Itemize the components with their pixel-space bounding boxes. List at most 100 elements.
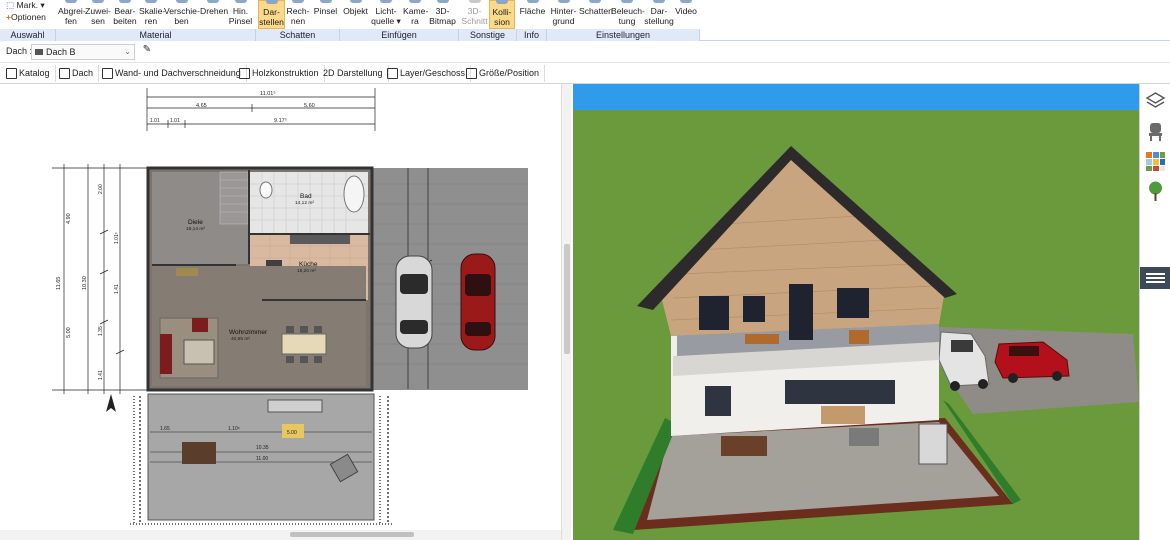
chair-icon[interactable]: [1145, 120, 1166, 142]
verschieben-button[interactable]: Verschie-ben: [164, 0, 200, 29]
darstellung-button[interactable]: Dar-stellung: [644, 0, 674, 29]
armchair: [192, 318, 208, 332]
layers-icon[interactable]: [1145, 90, 1166, 112]
darstellung-icon: [653, 0, 665, 3]
wohnzimmer-area: 40,65 m²: [231, 336, 250, 342]
2d-darstellung-label: 2D Darstellung: [323, 68, 383, 78]
abgreifen-label-line2: fen: [65, 16, 77, 26]
zuweisen-button[interactable]: Zuwei-sen: [85, 0, 111, 29]
drehen-label-line1: Drehen: [200, 6, 229, 16]
hintergrund-label-line1: Hinter-: [550, 6, 577, 16]
dim-width-b: 5.60: [304, 103, 315, 109]
roof-select[interactable]: Dach B ⌄: [31, 44, 135, 60]
mark-label: Mark.: [16, 0, 38, 10]
wand-und-dachverschneidung-icon: [102, 68, 113, 79]
hinpinsel-label-line1: Hin.: [232, 6, 249, 16]
flaeche-label-line1: Fläche: [519, 6, 546, 16]
zuweisen-icon: [92, 0, 104, 3]
flaeche-button[interactable]: Fläche: [519, 0, 546, 29]
ribbon-group-caption: Sonstige: [459, 29, 517, 41]
darstellen-icon: [265, 0, 278, 4]
plan-vertical-scroll-thumb[interactable]: [564, 244, 570, 354]
plan-horizontal-scroll-thumb[interactable]: [290, 532, 414, 537]
hinpinsel-button[interactable]: Hin. Pinsel: [227, 0, 254, 29]
dim-width-e: 9.17⁵: [274, 117, 287, 124]
video-icon: [680, 0, 692, 3]
darstellung-label-line2: stellung: [644, 16, 674, 26]
dim-width-a: 4.65: [196, 103, 207, 109]
dim-width-c: 1.01: [150, 118, 160, 124]
dim-height-a: 10.30: [82, 276, 88, 290]
layer-geschoss-icon: [387, 68, 398, 79]
darstellen-button[interactable]: Dar-stellen: [258, 0, 285, 29]
abgreifen-button[interactable]: Abgrei-fen: [58, 0, 86, 29]
bitmap-button[interactable]: 3D- Bitmap: [428, 0, 457, 29]
kollision-button[interactable]: Kolli-sion: [489, 0, 515, 29]
ribbon-group-caption: Schatten: [256, 29, 340, 41]
katalog-button[interactable]: Katalog: [4, 65, 56, 82]
objekt-button[interactable]: Objekt: [342, 0, 369, 29]
drehen-button[interactable]: Drehen: [200, 0, 229, 29]
größe-position-button[interactable]: Größe/Position: [464, 65, 546, 82]
menu-icon[interactable]: [1140, 267, 1170, 289]
terrace-dim-e: 5.00: [287, 430, 297, 436]
dach-icon: [59, 68, 70, 79]
dach-button[interactable]: Dach: [57, 65, 100, 82]
right-sidebar: [1139, 84, 1170, 540]
wand-und-dachverschneidung-label: Wand- und Dachverschneidung: [115, 68, 241, 78]
beleuchtung-label-line1: Beleuch-: [611, 6, 645, 16]
3d-view[interactable]: [573, 84, 1139, 540]
layer-geschoss-button[interactable]: Layer/Geschoss: [385, 65, 472, 82]
kamera-button[interactable]: Kame-ra: [403, 0, 428, 29]
bitmap-label-line2: Bitmap: [429, 16, 456, 26]
ribbon-group-caption: Auswahl: [0, 29, 56, 41]
verschieben-label-line1: Verschie-: [164, 6, 200, 16]
holzkonstruktion-icon: [239, 68, 250, 79]
rechnen-button[interactable]: Rech-nen: [286, 0, 310, 29]
hintergrund-button[interactable]: Hinter-grund: [549, 0, 578, 29]
hinpinsel-label-line2: Pinsel: [228, 16, 253, 26]
sofa: [160, 334, 172, 374]
mark-dropdown[interactable]: ⬚ Mark. ▾: [6, 0, 45, 10]
texture-icon[interactable]: [1145, 150, 1166, 172]
bitmap-label-line1: 3D-: [435, 6, 450, 16]
kueche-label: Küche: [299, 261, 318, 268]
sky: [573, 84, 1139, 110]
terrace-dim-c: 10.35: [256, 445, 269, 451]
schatten-button[interactable]: Schatten: [579, 0, 613, 29]
left-dimension-lines: [52, 164, 150, 394]
dining-table: [281, 333, 327, 355]
kamera-icon: [409, 0, 421, 3]
drehen-icon: [207, 0, 219, 3]
hintergrund-icon: [557, 0, 570, 3]
coffee-table: [183, 339, 215, 365]
video-button[interactable]: Video: [675, 0, 697, 29]
wand-und-dachverschneidung-button[interactable]: Wand- und Dachverschneidung: [100, 65, 247, 82]
video-label-line1: Video: [675, 6, 697, 16]
plan-horizontal-scrollbar[interactable]: [0, 530, 561, 540]
dim-height-g: 1.01⁵: [114, 232, 120, 244]
floor-plan-view[interactable]: 11.01⁵ 4.65 5.60 1.01 1.01 9.17⁵ 11.65 1…: [0, 84, 561, 540]
flaeche-icon: [526, 0, 539, 3]
lichtquelle-button[interactable]: Licht-quelle ▾: [370, 0, 402, 29]
bad-label: Bad: [300, 193, 312, 200]
beleuchtung-button[interactable]: Beleuch-tung: [611, 0, 645, 29]
tree-icon[interactable]: [1145, 180, 1166, 202]
options-button[interactable]: +Optionen: [6, 12, 46, 22]
ribbon-group-caption: Material: [56, 29, 256, 41]
plan-vertical-scrollbar[interactable]: [561, 84, 571, 540]
bad-area: 14,12 m²: [295, 200, 314, 206]
schnitt-button[interactable]: 3D- Schnitt: [461, 0, 488, 29]
lichtquelle-icon: [380, 0, 392, 3]
dim-height-h: 1.41: [114, 284, 120, 294]
beleuchtung-label-line2: tung: [618, 16, 636, 26]
2d-darstellung-button[interactable]: 2D Darstellung: [319, 65, 389, 82]
skalieren-button[interactable]: Skalie-ren: [139, 0, 165, 29]
edit-pencil-icon[interactable]: ✎: [140, 44, 154, 58]
bearbeiten-button[interactable]: Bear-beiten: [112, 0, 138, 29]
abgreifen-label-line1: Abgrei-: [58, 6, 86, 16]
hintergrund-label-line2: grund: [552, 16, 575, 26]
holzkonstruktion-button[interactable]: Holzkonstruktion: [237, 65, 325, 82]
dim-width-d: 1.01: [170, 118, 180, 124]
pinsel-button[interactable]: Pinsel: [312, 0, 339, 29]
